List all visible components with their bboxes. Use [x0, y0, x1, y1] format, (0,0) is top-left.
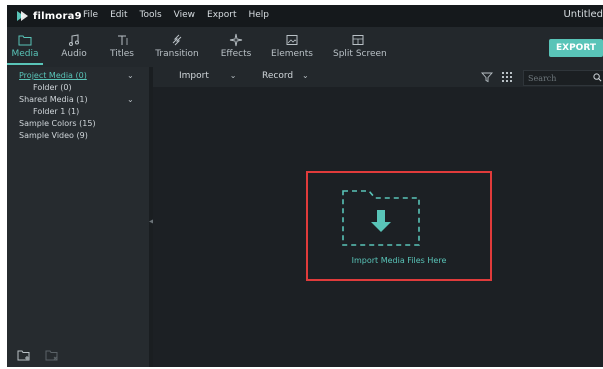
tree-item-label: Sample Video (9)	[19, 131, 88, 140]
media-header: Import ⌄ Record ⌄	[153, 67, 603, 87]
folder-icon	[18, 35, 32, 46]
menu-edit[interactable]: Edit	[110, 10, 127, 20]
filmora-window: filmora9 File Edit Tools View Export Hel…	[7, 5, 603, 367]
tab-titles-label: Titles	[110, 49, 134, 59]
delete-folder-icon[interactable]	[45, 349, 59, 361]
sidebar-actions	[17, 349, 59, 361]
app-name: filmora9	[33, 10, 82, 22]
tab-effects-label: Effects	[220, 49, 252, 59]
tab-split-screen[interactable]: Split Screen	[333, 33, 387, 65]
record-dropdown[interactable]: Record ⌄	[262, 71, 309, 81]
document-title: Untitled	[563, 9, 603, 20]
tree-item-folder-1[interactable]: Folder 1 (1)	[7, 106, 149, 118]
menu-export[interactable]: Export	[207, 10, 236, 20]
grid-view-icon[interactable]	[501, 71, 513, 83]
chevron-down-icon: ⌄	[229, 71, 237, 80]
menu-bar: filmora9 File Edit Tools View Export Hel…	[7, 5, 603, 27]
tree-item-sample-video[interactable]: Sample Video (9)	[7, 130, 149, 142]
menu-view[interactable]: View	[174, 10, 195, 20]
tab-transition[interactable]: Transition	[152, 33, 202, 65]
tab-elements[interactable]: Elements	[267, 33, 317, 65]
tree-item-label: Folder 1 (1)	[33, 107, 80, 116]
tree-item-label: Folder (0)	[33, 83, 72, 92]
main-toolbar: Media Audio Titles Transition Effects El…	[7, 27, 603, 67]
tab-titles[interactable]: Titles	[97, 33, 147, 65]
tree-item-label: Project Media (0)	[19, 71, 87, 80]
image-icon	[286, 35, 298, 45]
chevron-down-icon[interactable]: ⌄	[127, 70, 134, 82]
chevron-down-icon: ⌄	[301, 71, 309, 80]
tab-effects[interactable]: Effects	[211, 33, 261, 65]
media-library-sidebar: Project Media (0) ⌄ Folder (0) Shared Me…	[7, 67, 149, 367]
active-tab-indicator	[7, 63, 43, 65]
app-logo: filmora9	[15, 9, 82, 23]
sparkle-icon	[229, 33, 243, 47]
tree-item-project-media[interactable]: Project Media (0) ⌄	[7, 70, 149, 82]
new-folder-icon[interactable]	[17, 349, 31, 361]
tree-item-label: Sample Colors (15)	[19, 119, 96, 128]
chevron-down-icon[interactable]: ⌄	[127, 94, 134, 106]
tree-item-shared-media[interactable]: Shared Media (1) ⌄	[7, 94, 149, 106]
tab-transition-label: Transition	[155, 49, 199, 59]
menu-file[interactable]: File	[83, 10, 98, 20]
import-folder-icon[interactable]	[339, 188, 423, 248]
import-label: Import	[179, 71, 209, 81]
export-button[interactable]: EXPORT	[549, 39, 603, 57]
search-icon[interactable]	[593, 73, 602, 82]
tab-media[interactable]: Media	[7, 33, 43, 65]
filter-icon[interactable]	[481, 71, 493, 83]
media-drop-area[interactable]: Import Media Files Here	[153, 87, 603, 367]
tab-audio-label: Audio	[61, 49, 87, 59]
menu-help[interactable]: Help	[249, 10, 270, 20]
tab-split-screen-label: Split Screen	[333, 49, 387, 59]
tree-item-label: Shared Media (1)	[19, 95, 88, 104]
split-screen-icon	[352, 35, 364, 45]
import-dropdown[interactable]: Import ⌄	[179, 71, 236, 81]
tab-media-label: Media	[11, 49, 39, 59]
filmora-logo-icon	[17, 11, 28, 21]
tab-audio[interactable]: Audio	[49, 33, 99, 65]
menu-tools[interactable]: Tools	[140, 10, 162, 20]
tree-item-folder[interactable]: Folder (0)	[7, 82, 149, 94]
tree-item-sample-colors[interactable]: Sample Colors (15)	[7, 118, 149, 130]
music-note-icon	[69, 34, 79, 46]
import-media-label[interactable]: Import Media Files Here	[306, 256, 492, 265]
transition-icon	[172, 34, 182, 46]
tab-elements-label: Elements	[271, 49, 313, 59]
text-icon	[118, 35, 128, 45]
record-label: Record	[262, 71, 294, 81]
search-box	[523, 70, 603, 86]
search-input[interactable]	[526, 71, 590, 85]
